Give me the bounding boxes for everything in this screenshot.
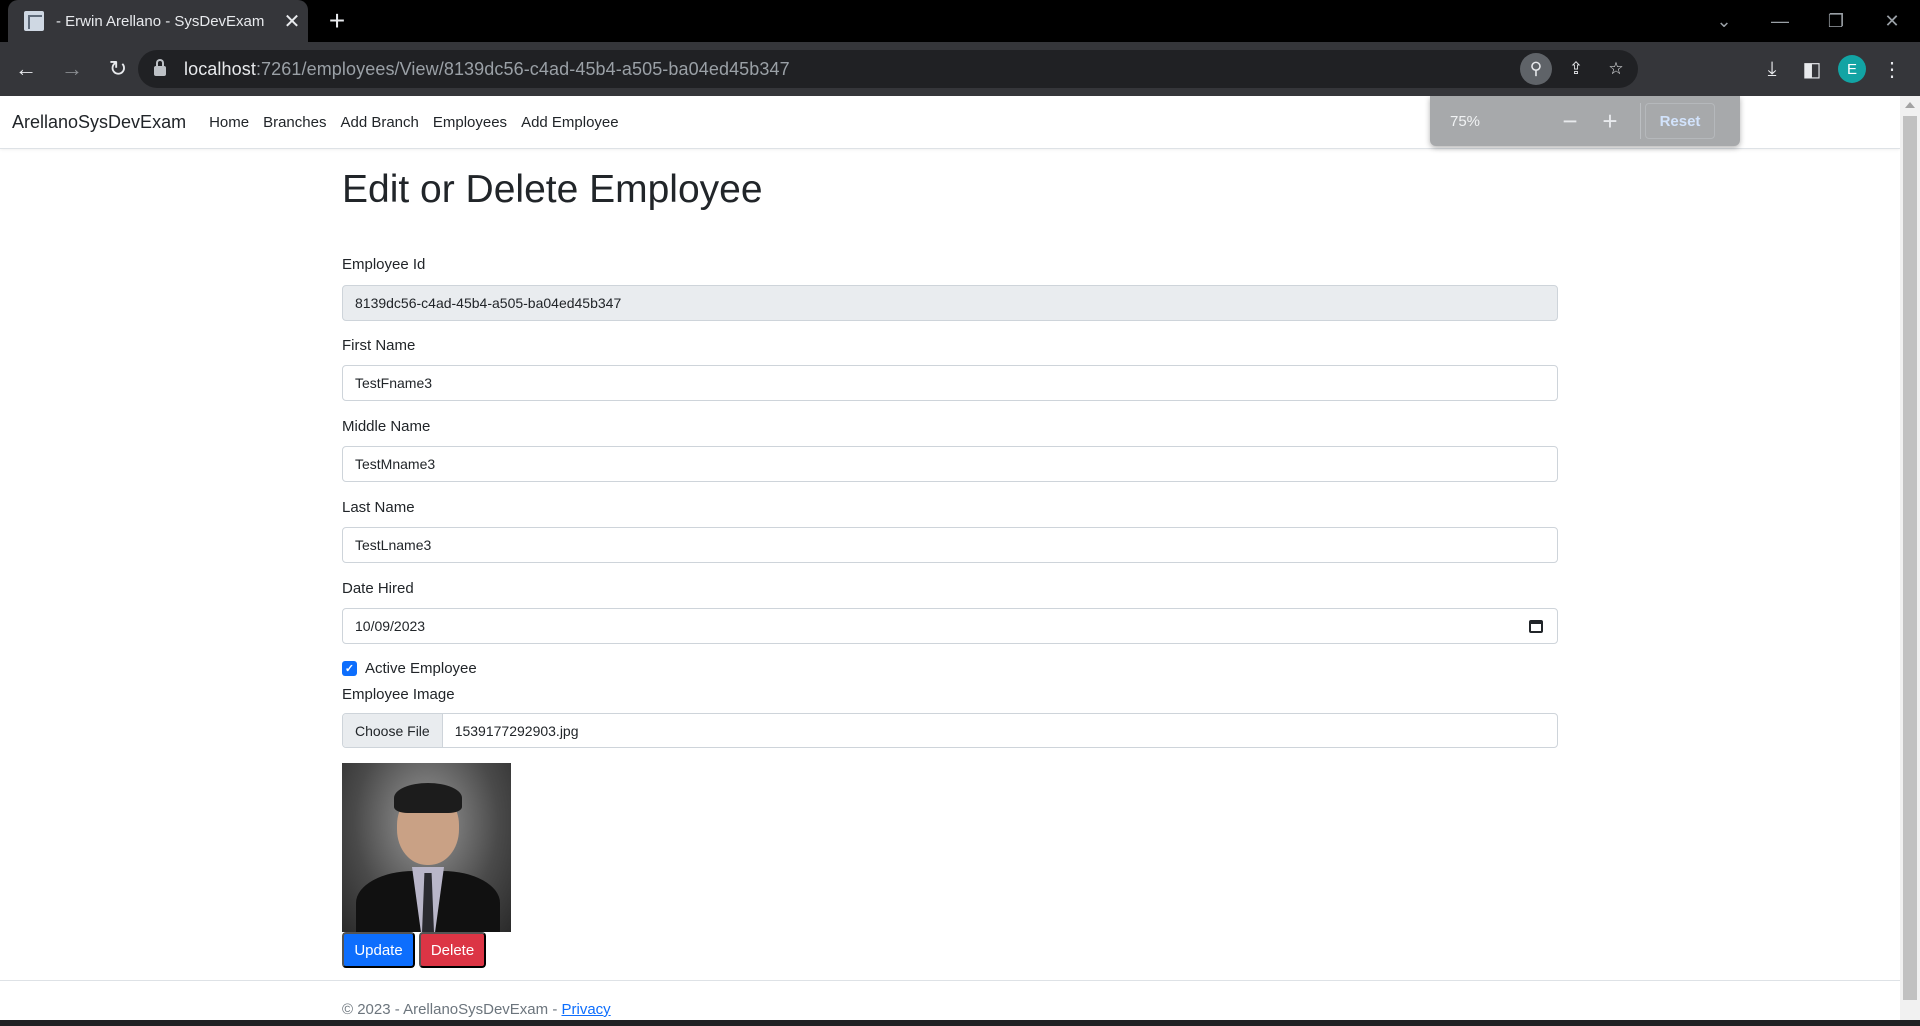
zoom-icon[interactable]: ⚲ xyxy=(1520,53,1552,85)
footer-text: © 2023 - ArellanoSysDevExam - Privacy xyxy=(342,1001,611,1018)
file-name: 1539177292903.jpg xyxy=(454,722,579,739)
zoom-popup: 75% − + Reset xyxy=(1430,96,1740,146)
active-employee-checkbox[interactable]: ✓ xyxy=(342,661,357,676)
restore-icon[interactable]: ❐ xyxy=(1808,0,1864,42)
first-name-label: First Name xyxy=(342,337,416,354)
date-hired-field[interactable]: 10/09/2023 xyxy=(342,608,1558,644)
back-icon[interactable]: ← xyxy=(6,49,46,89)
page-title: Edit or Delete Employee xyxy=(342,168,763,211)
side-panel-icon[interactable]: ◧ xyxy=(1792,50,1832,88)
active-employee-label[interactable]: Active Employee xyxy=(365,660,477,677)
close-window-icon[interactable]: ✕ xyxy=(1864,0,1920,42)
middle-name-label: Middle Name xyxy=(342,418,431,435)
url-text[interactable]: localhost:7261/employees/View/8139dc56-c… xyxy=(184,59,790,80)
toolbar-right: ⤓ ◧ E ⋮ xyxy=(1752,50,1912,88)
employee-id-field: 8139dc56-c4ad-45b4-a505-ba04ed45b347 xyxy=(342,285,1558,321)
zoom-out-button[interactable]: − xyxy=(1550,106,1590,136)
page-scrollbar[interactable] xyxy=(1900,96,1920,1020)
page-viewport: ArellanoSysDevExam Home Branches Add Bra… xyxy=(0,96,1920,1020)
date-hired-label: Date Hired xyxy=(342,580,414,597)
scroll-thumb[interactable] xyxy=(1903,116,1917,1000)
site-brand[interactable]: ArellanoSysDevExam xyxy=(12,112,186,133)
site-footer: © 2023 - ArellanoSysDevExam - Privacy xyxy=(0,980,1900,1020)
nav-add-branch[interactable]: Add Branch xyxy=(340,114,418,131)
last-name-label: Last Name xyxy=(342,499,415,516)
employee-id-label: Employee Id xyxy=(342,256,426,273)
zoom-reset-button[interactable]: Reset xyxy=(1645,103,1715,139)
browser-toolbar: ← → ↻ localhost:7261/employees/View/8139… xyxy=(0,42,1920,96)
delete-button[interactable]: Delete xyxy=(419,932,486,968)
nav-home[interactable]: Home xyxy=(209,114,249,131)
middle-name-field[interactable]: TestMname3 xyxy=(342,446,1558,482)
copyright-text: © 2023 - ArellanoSysDevExam - xyxy=(342,1001,562,1018)
date-hired-value: 10/09/2023 xyxy=(355,618,426,634)
page-favicon-icon xyxy=(24,11,44,31)
tab-title: - Erwin Arellano - SysDevExam xyxy=(56,12,265,30)
kebab-menu-icon[interactable]: ⋮ xyxy=(1872,50,1912,88)
browser-tab-strip: - Erwin Arellano - SysDevExam ✕ + ⌄ — ❐ … xyxy=(0,0,1920,42)
taskbar-edge xyxy=(0,1020,1920,1026)
lock-icon[interactable] xyxy=(154,59,166,76)
minimize-icon[interactable]: — xyxy=(1752,0,1808,42)
update-button[interactable]: Update xyxy=(342,932,415,968)
nav-add-employee[interactable]: Add Employee xyxy=(521,114,619,131)
photo-hair xyxy=(394,783,462,813)
zoom-divider xyxy=(1640,103,1641,139)
nav-employees[interactable]: Employees xyxy=(433,114,507,131)
employee-image-label: Employee Image xyxy=(342,686,455,703)
close-tab-icon[interactable]: ✕ xyxy=(276,9,308,34)
forward-icon[interactable]: → xyxy=(52,49,92,89)
browser-tab[interactable]: - Erwin Arellano - SysDevExam ✕ xyxy=(8,0,308,42)
tab-search-icon[interactable]: ⌄ xyxy=(1696,0,1752,42)
employee-image-input[interactable]: Choose File 1539177292903.jpg xyxy=(342,713,1558,748)
privacy-link[interactable]: Privacy xyxy=(561,1001,610,1018)
reload-icon[interactable]: ↻ xyxy=(98,49,138,89)
employee-photo xyxy=(342,763,511,932)
address-bar[interactable]: localhost:7261/employees/View/8139dc56-c… xyxy=(138,50,1638,88)
nav-branches[interactable]: Branches xyxy=(263,114,326,131)
profile-avatar[interactable]: E xyxy=(1838,55,1866,83)
active-employee-row: ✓ Active Employee xyxy=(342,660,477,677)
bookmark-star-icon[interactable]: ☆ xyxy=(1600,53,1632,85)
share-icon[interactable]: ⇪ xyxy=(1560,53,1592,85)
last-name-field[interactable]: TestLname3 xyxy=(342,527,1558,563)
calendar-icon[interactable] xyxy=(1529,620,1543,633)
zoom-in-button[interactable]: + xyxy=(1590,106,1630,136)
scroll-up-icon[interactable] xyxy=(1905,102,1915,108)
choose-file-button[interactable]: Choose File xyxy=(343,714,443,747)
zoom-level: 75% xyxy=(1450,112,1481,130)
window-controls: ⌄ — ❐ ✕ xyxy=(1696,0,1920,42)
download-icon[interactable]: ⤓ xyxy=(1752,50,1792,88)
first-name-field[interactable]: TestFname3 xyxy=(342,365,1558,401)
omnibox-actions: ⚲ ⇪ ☆ xyxy=(1512,53,1632,85)
new-tab-icon[interactable]: + xyxy=(322,6,352,36)
